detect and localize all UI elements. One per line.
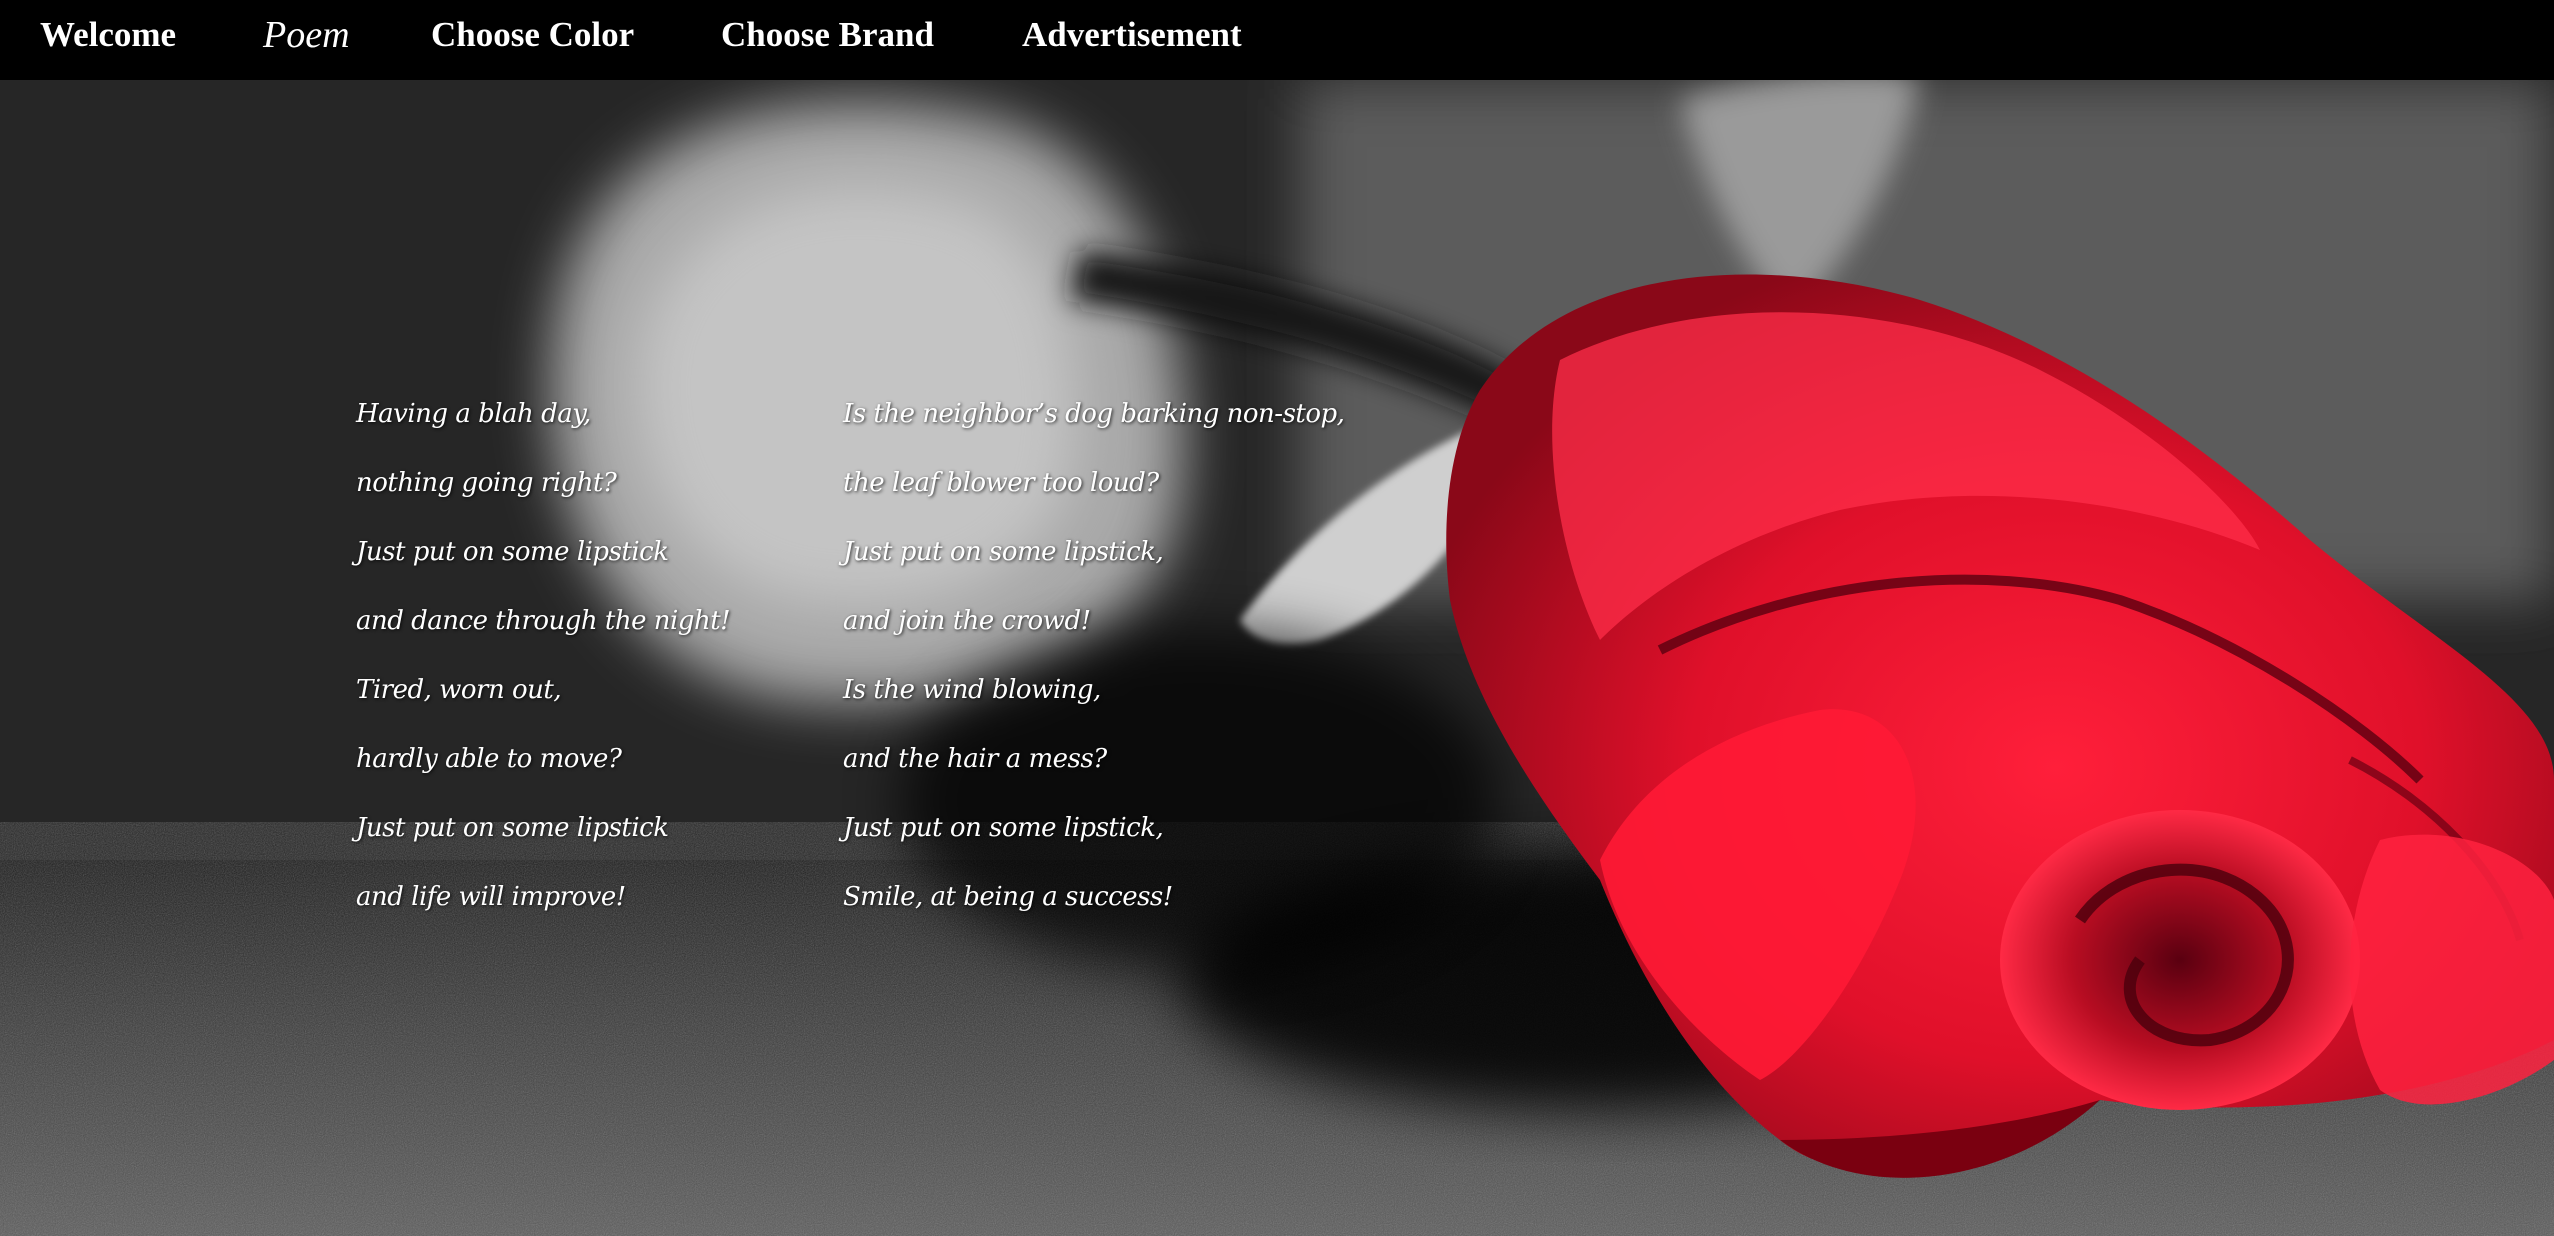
poem-column-left: Having a blah day, nothing going right? … bbox=[356, 388, 731, 940]
poem-line: and the hair a mess? bbox=[843, 744, 1107, 774]
poem-line: nothing going right? bbox=[356, 468, 617, 498]
poem-line: Smile, at being a success! bbox=[843, 882, 1173, 912]
poem-line: and life will improve! bbox=[356, 882, 626, 912]
nav-item-advertisement[interactable]: Advertisement bbox=[1022, 0, 1242, 70]
poem-line: Tired, worn out, bbox=[356, 675, 562, 705]
poem-line: Just put on some lipstick bbox=[356, 537, 669, 567]
poem-line: Just put on some lipstick bbox=[356, 813, 669, 843]
top-navigation-bar: Welcome Poem Choose Color Choose Brand A… bbox=[0, 0, 2554, 80]
poem-line: Just put on some lipstick, bbox=[843, 813, 1164, 843]
poem-line: Is the neighbor’s dog barking non-stop, bbox=[843, 399, 1345, 429]
nav-item-welcome[interactable]: Welcome bbox=[40, 0, 176, 70]
poem-line: the leaf blower too loud? bbox=[843, 468, 1159, 498]
poem-line: Is the wind blowing, bbox=[843, 675, 1101, 705]
poem-column-right: Is the neighbor’s dog barking non-stop, … bbox=[843, 388, 1345, 940]
poem-line: Having a blah day, bbox=[356, 399, 591, 429]
poem-line: and dance through the night! bbox=[356, 606, 731, 636]
nav-item-choose-color[interactable]: Choose Color bbox=[431, 0, 634, 70]
nav-item-choose-brand[interactable]: Choose Brand bbox=[721, 0, 934, 70]
poem-line: Just put on some lipstick, bbox=[843, 537, 1164, 567]
poem-line: hardly able to move? bbox=[356, 744, 622, 774]
poem-line: and join the crowd! bbox=[843, 606, 1091, 636]
nav-item-poem[interactable]: Poem bbox=[263, 0, 350, 70]
